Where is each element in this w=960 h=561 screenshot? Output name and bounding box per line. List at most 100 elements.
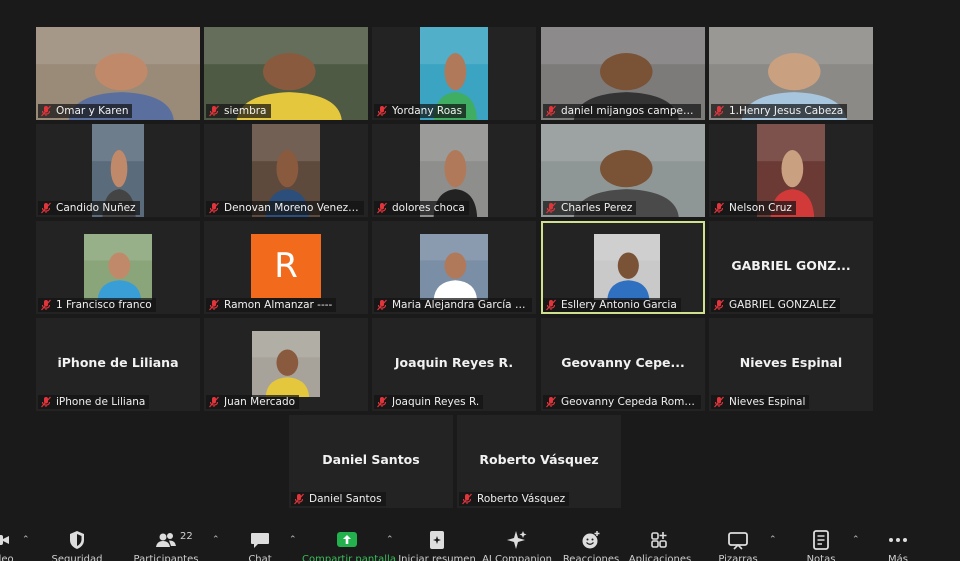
muted-mic-icon [713, 396, 729, 408]
chevron-up-icon[interactable]: ⌃ [212, 535, 222, 545]
muted-mic-icon [376, 396, 392, 408]
ai-companion-icon [506, 530, 528, 550]
participant-name-label: Daniel Santos [291, 492, 386, 506]
participant-name-label: Ramon Almanzar ---- [206, 298, 337, 312]
chevron-up-icon[interactable]: ⌃ [852, 535, 862, 545]
toolbar-iniciar-resumen-button[interactable]: Iniciar resumen [398, 521, 476, 561]
participant-name-label: dolores choca [374, 201, 469, 215]
muted-mic-icon [208, 396, 224, 408]
toolbar-más-button[interactable]: Más [863, 521, 933, 561]
toolbar-label: Participantes [133, 554, 199, 561]
participant-video [420, 234, 488, 300]
participant-display-name: iPhone de Liliana [57, 355, 179, 370]
participant-name: Ramon Almanzar ---- [224, 299, 333, 311]
toolbar-participantes-button[interactable]: 22 Participantes [131, 521, 201, 561]
participant-name: Nieves Espinal [729, 396, 806, 408]
participant-name: daniel mijangos campeche [561, 105, 697, 117]
participant-tile[interactable]: Geovanny Cepe... Geovanny Cepeda Romero [541, 318, 705, 411]
participant-tile[interactable]: Joaquin Reyes R. Joaquin Reyes R. [372, 318, 536, 411]
toolbar-notas-button[interactable]: Notas [786, 521, 856, 561]
participant-display-name: Geovanny Cepe... [561, 355, 685, 370]
participant-tile[interactable]: iPhone de Liliana iPhone de Liliana [36, 318, 200, 411]
muted-mic-icon [293, 493, 309, 505]
toolbar-pizarras-button[interactable]: Pizarras [703, 521, 773, 561]
participant-tile[interactable]: R Ramon Almanzar ---- [204, 221, 368, 314]
toolbar-label: Pizarras [718, 554, 758, 561]
muted-mic-icon [208, 105, 224, 117]
toolbar-ai-companion-button[interactable]: AI Companion [482, 521, 552, 561]
muted-mic-icon [545, 105, 561, 117]
muted-mic-icon [208, 202, 224, 214]
participant-tile[interactable]: dolores choca [372, 124, 536, 217]
participant-display-name: Joaquin Reyes R. [394, 355, 514, 370]
participant-name-label: Yordany Roas [374, 104, 467, 118]
participant-name: siembra [224, 105, 267, 117]
participant-tile[interactable]: Daniel Santos Daniel Santos [289, 415, 453, 508]
participant-name-label: Denovan Moreno Venezuela [206, 201, 364, 215]
participant-name-label: Geovanny Cepeda Romero [543, 395, 701, 409]
participant-tile[interactable]: Yordany Roas [372, 27, 536, 120]
participant-name: Candido Nuñez [56, 202, 136, 214]
participant-display-name: Nieves Espinal [739, 355, 843, 370]
participant-name: 1.Henry Jesus Cabeza [729, 105, 844, 117]
participant-name: 1 Francisco franco [56, 299, 152, 311]
muted-mic-icon [545, 299, 561, 311]
participant-count: 22 [180, 531, 193, 542]
participant-name-label: Omar y Karen [38, 104, 133, 118]
participant-name: Denovan Moreno Venezuela [224, 202, 360, 214]
shield-icon [66, 530, 88, 550]
toolbar-label: Iniciar resumen [398, 554, 476, 561]
muted-mic-icon [376, 105, 392, 117]
meeting-toolbar: video⌃Seguridad22Participantes⌃Chat⌃Comp… [0, 521, 960, 561]
participant-tile[interactable]: Roberto Vásquez Roberto Vásquez [457, 415, 621, 508]
chevron-up-icon[interactable]: ⌃ [289, 535, 299, 545]
apps-icon [649, 530, 671, 550]
participant-name-label: 1.Henry Jesus Cabeza [711, 104, 848, 118]
chevron-up-icon[interactable]: ⌃ [22, 535, 32, 545]
chevron-up-icon[interactable]: ⌃ [769, 535, 779, 545]
muted-mic-icon [40, 202, 56, 214]
participant-tile[interactable]: Nieves Espinal Nieves Espinal [709, 318, 873, 411]
participant-tile[interactable]: Charles Perez [541, 124, 705, 217]
muted-mic-icon [713, 299, 729, 311]
participant-name-label: Charles Perez [543, 201, 637, 215]
participant-name: Juan Mercado [224, 396, 296, 408]
toolbar-compartir-pantalla-button[interactable]: Compartir pantalla [302, 521, 396, 561]
participant-tile[interactable]: GABRIEL GONZ... GABRIEL GONZALEZ [709, 221, 873, 314]
reactions-icon [580, 530, 602, 550]
toolbar-aplicaciones-button[interactable]: Aplicaciones [625, 521, 695, 561]
participant-name-label: Roberto Vásquez [459, 492, 570, 506]
muted-mic-icon [40, 105, 56, 117]
participant-name-label: siembra [206, 104, 271, 118]
muted-mic-icon [713, 202, 729, 214]
participant-tile[interactable]: Omar y Karen [36, 27, 200, 120]
participant-tile[interactable]: Maria Alejandra García Ro... [372, 221, 536, 314]
participant-tile[interactable]: Denovan Moreno Venezuela [204, 124, 368, 217]
participant-video [594, 234, 660, 300]
participant-name: Omar y Karen [56, 105, 129, 117]
chevron-up-icon[interactable]: ⌃ [386, 535, 396, 545]
participant-tile[interactable]: 1 Francisco franco [36, 221, 200, 314]
participant-tile[interactable]: siembra [204, 27, 368, 120]
participant-name-label: Nieves Espinal [711, 395, 810, 409]
participant-name: Nelson Cruz [729, 202, 792, 214]
participant-name-label: daniel mijangos campeche [543, 104, 701, 118]
participant-tile[interactable]: Juan Mercado [204, 318, 368, 411]
participant-video [84, 234, 152, 300]
toolbar-label: Compartir pantalla [302, 554, 396, 561]
toolbar-chat-button[interactable]: Chat [225, 521, 295, 561]
participant-tile[interactable]: 1.Henry Jesus Cabeza [709, 27, 873, 120]
participant-tile[interactable]: Nelson Cruz [709, 124, 873, 217]
participant-tile[interactable]: daniel mijangos campeche [541, 27, 705, 120]
muted-mic-icon [376, 299, 392, 311]
summary-icon [426, 530, 448, 550]
participant-name-label: iPhone de Liliana [38, 395, 150, 409]
participant-tile[interactable]: Candido Nuñez [36, 124, 200, 217]
participants-icon [155, 530, 177, 550]
participant-tile[interactable]: Esllery Antonio Garcia [541, 221, 705, 314]
participant-name: Yordany Roas [392, 105, 463, 117]
participant-name: Charles Perez [561, 202, 633, 214]
toolbar-seguridad-button[interactable]: Seguridad [42, 521, 112, 561]
muted-mic-icon [545, 396, 561, 408]
muted-mic-icon [208, 299, 224, 311]
